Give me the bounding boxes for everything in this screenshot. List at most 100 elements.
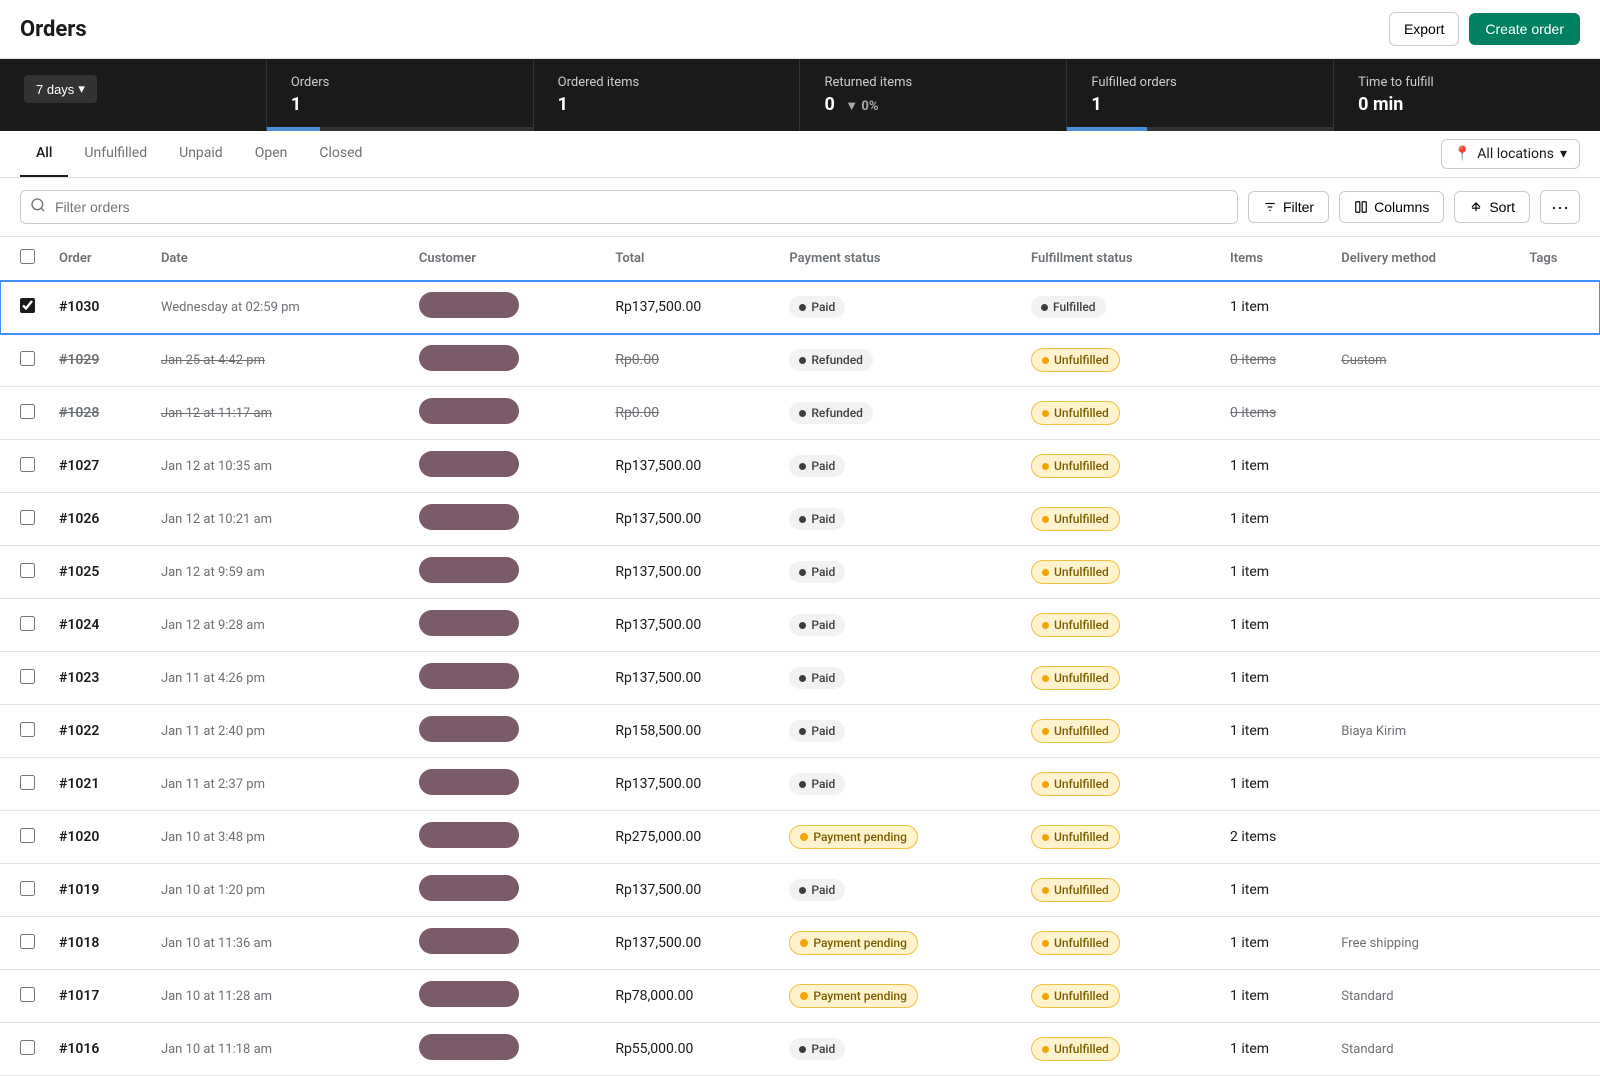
table-row[interactable]: #1021 Jan 11 at 2:37 pm Rp137,500.00 Pai… (0, 758, 1600, 811)
row-checkbox-cell[interactable] (0, 599, 47, 652)
more-options-button[interactable]: ··· (1540, 190, 1580, 224)
table-row[interactable]: #1028 Jan 12 at 11:17 am Rp0.00 Refunded… (0, 387, 1600, 440)
table-row[interactable]: #1023 Jan 11 at 4:26 pm Rp137,500.00 Pai… (0, 652, 1600, 705)
row-checkbox-cell[interactable] (0, 970, 47, 1023)
col-total: Total (603, 237, 777, 281)
order-items: 1 item (1218, 546, 1329, 599)
order-delivery (1329, 440, 1517, 493)
filter-button[interactable]: Filter (1248, 191, 1329, 223)
row-checkbox[interactable] (20, 616, 35, 631)
order-fulfillment-status: Unfulfilled (1019, 970, 1218, 1023)
row-checkbox-cell[interactable] (0, 493, 47, 546)
search-wrapper (20, 190, 1238, 224)
select-all-header[interactable] (0, 237, 47, 281)
header-actions: Export Create order (1389, 12, 1580, 46)
row-checkbox-cell[interactable] (0, 334, 47, 387)
tab-open[interactable]: Open (239, 131, 304, 177)
order-delivery: Standard (1329, 970, 1517, 1023)
stat-returned-items: Returned items 0 ▼ 0% (800, 59, 1067, 131)
row-checkbox[interactable] (20, 828, 35, 843)
row-checkbox-cell[interactable] (0, 758, 47, 811)
days-filter-button[interactable]: 7 days ▾ (24, 75, 97, 103)
order-tags (1517, 705, 1600, 758)
table-row[interactable]: #1030 Wednesday at 02:59 pm Rp137,500.00… (0, 281, 1600, 334)
order-tags (1517, 387, 1600, 440)
row-checkbox-cell[interactable] (0, 440, 47, 493)
row-checkbox-cell[interactable] (0, 281, 47, 334)
order-payment-status: Paid (777, 652, 1019, 705)
col-customer: Customer (407, 237, 603, 281)
order-customer (407, 917, 603, 970)
row-checkbox[interactable] (20, 563, 35, 578)
order-number: #1029 (47, 334, 149, 387)
order-date: Jan 10 at 11:18 am (149, 1023, 407, 1076)
order-total: Rp137,500.00 (603, 281, 777, 334)
order-date: Jan 10 at 3:48 pm (149, 811, 407, 864)
row-checkbox[interactable] (20, 669, 35, 684)
order-fulfillment-status: Unfulfilled (1019, 493, 1218, 546)
order-fulfillment-status: Unfulfilled (1019, 387, 1218, 440)
row-checkbox[interactable] (20, 1040, 35, 1055)
stat-time-label: Time to fulfill (1358, 75, 1576, 90)
order-date: Jan 12 at 10:35 am (149, 440, 407, 493)
order-items: 0 items (1218, 387, 1329, 440)
table-row[interactable]: #1017 Jan 10 at 11:28 am Rp78,000.00 Pay… (0, 970, 1600, 1023)
row-checkbox[interactable] (20, 934, 35, 949)
order-payment-status: Payment pending (777, 970, 1019, 1023)
table-row[interactable]: #1027 Jan 12 at 10:35 am Rp137,500.00 Pa… (0, 440, 1600, 493)
table-row[interactable]: #1020 Jan 10 at 3:48 pm Rp275,000.00 Pay… (0, 811, 1600, 864)
order-total: Rp137,500.00 (603, 652, 777, 705)
row-checkbox-cell[interactable] (0, 652, 47, 705)
col-tags: Tags (1517, 237, 1600, 281)
filter-label: Filter (1283, 199, 1314, 215)
order-delivery (1329, 493, 1517, 546)
table-row[interactable]: #1019 Jan 10 at 1:20 pm Rp137,500.00 Pai… (0, 864, 1600, 917)
order-fulfillment-status: Unfulfilled (1019, 917, 1218, 970)
table-row[interactable]: #1024 Jan 12 at 9:28 am Rp137,500.00 Pai… (0, 599, 1600, 652)
location-selector[interactable]: 📍 All locations ▾ (1441, 139, 1580, 169)
create-order-button[interactable]: Create order (1469, 13, 1580, 45)
order-date: Jan 10 at 11:36 am (149, 917, 407, 970)
row-checkbox[interactable] (20, 722, 35, 737)
tab-all[interactable]: All (20, 131, 68, 177)
row-checkbox[interactable] (20, 404, 35, 419)
page-title: Orders (20, 17, 87, 42)
sort-button[interactable]: Sort (1454, 191, 1530, 223)
table-row[interactable]: #1018 Jan 10 at 11:36 am Rp137,500.00 Pa… (0, 917, 1600, 970)
row-checkbox-cell[interactable] (0, 811, 47, 864)
row-checkbox-cell[interactable] (0, 546, 47, 599)
export-button[interactable]: Export (1389, 12, 1459, 46)
table-row[interactable]: #1029 Jan 25 at 4:42 pm Rp0.00 Refunded … (0, 334, 1600, 387)
order-customer (407, 864, 603, 917)
row-checkbox[interactable] (20, 510, 35, 525)
table-row[interactable]: #1016 Jan 10 at 11:18 am Rp55,000.00 Pai… (0, 1023, 1600, 1076)
row-checkbox[interactable] (20, 298, 35, 313)
order-tags (1517, 599, 1600, 652)
row-checkbox[interactable] (20, 881, 35, 896)
table-row[interactable]: #1026 Jan 12 at 10:21 am Rp137,500.00 Pa… (0, 493, 1600, 546)
table-row[interactable]: #1025 Jan 12 at 9:59 am Rp137,500.00 Pai… (0, 546, 1600, 599)
row-checkbox-cell[interactable] (0, 387, 47, 440)
tab-unfulfilled[interactable]: Unfulfilled (68, 131, 163, 177)
order-date: Jan 12 at 11:17 am (149, 387, 407, 440)
order-customer (407, 281, 603, 334)
table-row[interactable]: #1022 Jan 11 at 2:40 pm Rp158,500.00 Pai… (0, 705, 1600, 758)
tab-closed[interactable]: Closed (303, 131, 378, 177)
row-checkbox[interactable] (20, 987, 35, 1002)
order-number: #1028 (47, 387, 149, 440)
row-checkbox[interactable] (20, 457, 35, 472)
stat-ordered-items-value: 1 (558, 94, 776, 115)
order-delivery: Biaya Kirim (1329, 705, 1517, 758)
tab-unpaid[interactable]: Unpaid (163, 131, 239, 177)
order-date: Jan 12 at 9:59 am (149, 546, 407, 599)
row-checkbox[interactable] (20, 351, 35, 366)
select-all-checkbox[interactable] (20, 249, 35, 264)
row-checkbox-cell[interactable] (0, 705, 47, 758)
search-input[interactable] (20, 190, 1238, 224)
row-checkbox[interactable] (20, 775, 35, 790)
row-checkbox-cell[interactable] (0, 864, 47, 917)
columns-button[interactable]: Columns (1339, 191, 1444, 223)
row-checkbox-cell[interactable] (0, 917, 47, 970)
row-checkbox-cell[interactable] (0, 1023, 47, 1076)
order-customer (407, 387, 603, 440)
